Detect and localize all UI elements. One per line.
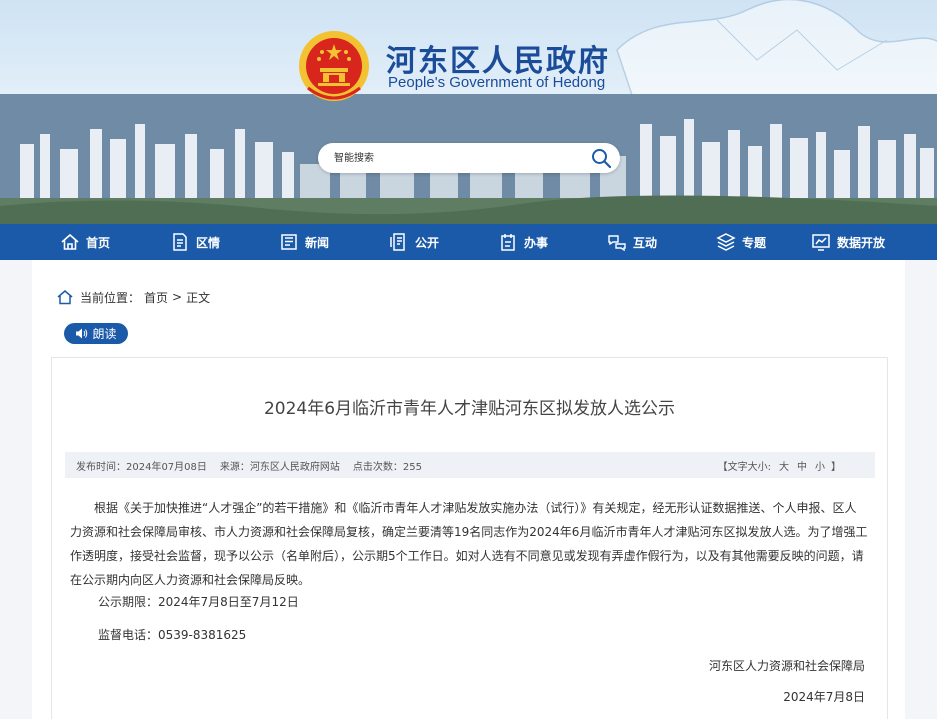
- nav-item-label: 专题: [742, 235, 767, 250]
- article-title: 2024年6月临沂市青年人才津贴河东区拟发放人选公示: [263, 399, 676, 419]
- article-source: 来源：河东区人民政府网站: [219, 461, 340, 473]
- site-subtitle: People's Government of Hedong: [388, 74, 606, 91]
- article-panel: 2024年6月临沂市青年人才津贴河东区拟发放人选公示 发布时间：2024年07月…: [51, 357, 888, 719]
- breadcrumb-current: 正文: [186, 290, 211, 305]
- speaker-icon: [76, 328, 88, 339]
- service-icon: [501, 234, 515, 251]
- article-meta-bar: 发布时间：2024年07月08日 来源：河东区人民政府网站 点击次数：255 【…: [65, 452, 875, 478]
- home-icon: [57, 290, 73, 305]
- nav-item-label: 公开: [415, 235, 440, 250]
- nav-item-services[interactable]: 办事: [498, 224, 548, 260]
- nav-item-news[interactable]: 新闻: [279, 224, 329, 260]
- font-size-large[interactable]: 大: [779, 458, 789, 473]
- nav-item-overview[interactable]: 区情: [170, 224, 220, 260]
- font-size-label: 【文字大小:: [717, 461, 771, 473]
- article-paragraph: 根据《关于加快推进“人才强企”的若干措施》和《临沂市青年人才津贴发放实施办法（试…: [70, 501, 868, 587]
- supervision-phone: 监督电话：0539-8381625: [98, 628, 247, 642]
- search-input[interactable]: [334, 149, 584, 167]
- font-size-bracket: 】: [831, 461, 841, 473]
- disclosure-icon: [390, 233, 405, 251]
- font-size-small[interactable]: 小: [815, 458, 825, 473]
- search-icon[interactable]: [590, 147, 612, 169]
- home-icon: [61, 233, 79, 250]
- content-area: 当前位置： 首页 > 正文 朗读 2024年6月临沂市青年人才津贴河东区拟发放人…: [32, 260, 905, 719]
- nav-item-label: 新闻: [305, 235, 330, 250]
- chart-icon: [812, 234, 830, 251]
- publicity-period: 公示期限：2024年7月8日至7月12日: [98, 595, 299, 609]
- nav-item-label: 互动: [633, 235, 658, 250]
- document-icon: [173, 233, 187, 251]
- font-size-medium[interactable]: 中: [797, 458, 807, 473]
- font-size-switcher: 【文字大小: 大 中 小 】: [718, 452, 841, 478]
- publish-date: 发布时间：2024年07月08日: [76, 461, 207, 473]
- interaction-icon: [608, 235, 626, 252]
- nav-item-home[interactable]: 首页: [60, 224, 110, 260]
- read-aloud-button[interactable]: 朗读: [64, 323, 128, 344]
- national-emblem-logo: [299, 31, 369, 101]
- click-count: 点击次数：255: [352, 461, 422, 473]
- breadcrumb-home-link[interactable]: 首页: [144, 289, 168, 306]
- issuing-authority: 河东区人力资源和社会保障局: [708, 659, 865, 673]
- nav-item-interaction[interactable]: 互动: [607, 224, 657, 260]
- breadcrumb-separator: >: [172, 290, 183, 304]
- nav-item-disclosure[interactable]: 公开: [389, 224, 439, 260]
- header-banner: 河东区人民政府 People's Government of Hedong: [0, 0, 937, 224]
- search-box[interactable]: [318, 143, 620, 173]
- breadcrumb-prefix: 当前位置：: [80, 290, 141, 305]
- breadcrumb: 当前位置： 首页 > 正文: [56, 288, 210, 306]
- read-aloud-label: 朗读: [92, 327, 117, 341]
- main-nav: 首页 区情 新闻 公开 办事 互动 专题 数据开放: [0, 224, 937, 260]
- layers-icon: [716, 233, 736, 251]
- issue-date: 2024年7月8日: [783, 690, 865, 704]
- news-icon: [281, 234, 297, 250]
- nav-item-topics[interactable]: 专题: [716, 224, 766, 260]
- nav-item-label: 区情: [196, 235, 221, 250]
- nav-item-open-data[interactable]: 数据开放: [811, 224, 885, 260]
- nav-item-label: 首页: [86, 235, 111, 250]
- nav-item-label: 办事: [524, 235, 549, 250]
- nav-item-label: 数据开放: [837, 235, 886, 250]
